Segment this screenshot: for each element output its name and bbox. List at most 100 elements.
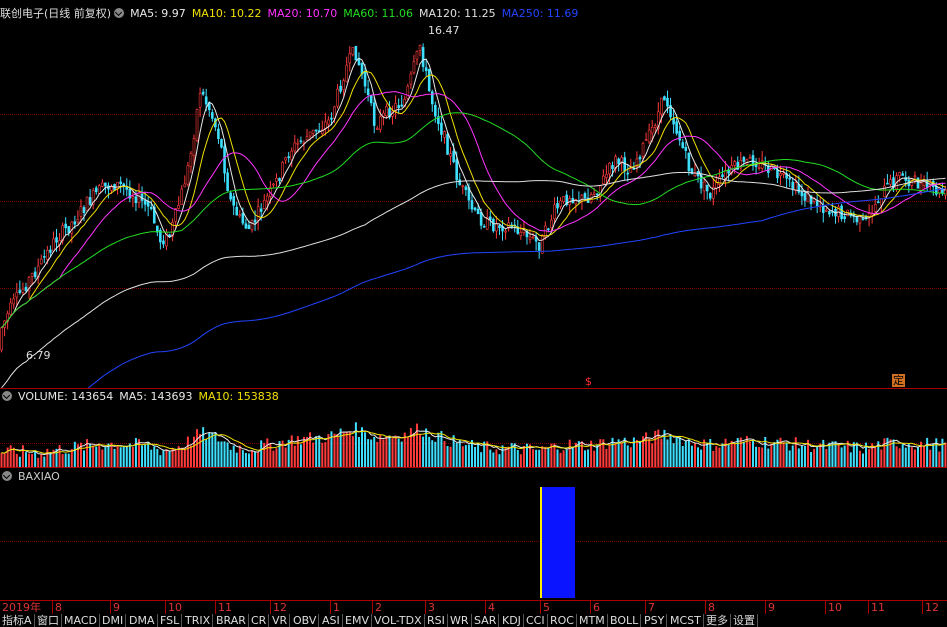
indicator-tab[interactable]: BOLL — [608, 614, 642, 627]
volume-bar — [351, 436, 354, 467]
volume-bar — [923, 445, 926, 467]
indicator-tab[interactable]: WR — [448, 614, 472, 627]
volume-bar — [535, 449, 538, 467]
indicator-tab[interactable]: 更多 — [704, 614, 731, 627]
candle-body — [653, 125, 657, 128]
candle-body — [641, 142, 645, 157]
time-axis: 2019年 8 9 10 11 12 1 2 3 4 5 6 7 8 9 10 11 12 — [0, 600, 947, 614]
candle-body — [327, 119, 330, 125]
candle-body — [684, 146, 688, 151]
indicator-tab[interactable]: 设置 — [731, 614, 758, 627]
volume-bar — [226, 442, 229, 467]
candle-body — [901, 173, 905, 176]
candle-body — [592, 192, 596, 195]
indicator-tab[interactable]: PSY — [642, 614, 668, 627]
volume-bar — [18, 456, 21, 467]
indicator-tab[interactable]: FSL — [158, 614, 183, 627]
dropdown-chevron-icon[interactable] — [2, 471, 12, 481]
volume-bar — [861, 453, 864, 467]
candle-body — [611, 165, 614, 170]
indicator-tab[interactable]: DMA — [127, 614, 158, 627]
candle-body — [64, 223, 67, 229]
volume-bar — [752, 439, 755, 467]
candle-body — [800, 191, 804, 197]
candlestick-chart[interactable] — [0, 20, 947, 388]
volume-bar — [186, 436, 189, 467]
volume-bar — [107, 443, 110, 467]
time-axis-label: 9 — [110, 601, 120, 614]
candle-body — [366, 88, 370, 95]
candle-body — [42, 256, 46, 258]
dropdown-chevron-icon[interactable] — [2, 391, 12, 401]
candle-body — [638, 156, 642, 160]
indicator-tab[interactable]: ASI — [320, 614, 343, 627]
volume-bar — [874, 446, 877, 467]
candle-body — [272, 183, 275, 186]
indicator-tab[interactable]: TRIX — [183, 614, 214, 627]
dropdown-chevron-icon[interactable] — [114, 8, 125, 18]
indicator-tab[interactable]: CCI — [524, 614, 548, 627]
candle-body — [776, 169, 779, 179]
indicator-tab[interactable]: SAR — [472, 614, 500, 627]
candle-body — [223, 146, 226, 174]
volume-bar — [828, 442, 831, 467]
indicator-tab[interactable]: CR — [249, 614, 270, 627]
volume-bar — [556, 449, 559, 467]
indicator-tab[interactable]: VOL-TDX — [372, 614, 425, 627]
candle-body — [550, 219, 553, 229]
indicator-tab[interactable]: ROC — [548, 614, 577, 627]
candle-body — [449, 153, 452, 157]
candle-body — [211, 112, 214, 119]
candle-body — [806, 193, 810, 203]
candle-body — [116, 181, 119, 189]
candle-body — [889, 179, 892, 185]
volume-bar — [189, 445, 192, 467]
indicator-tab[interactable]: RSI — [425, 614, 448, 627]
volume-bar — [199, 434, 202, 467]
volume-bar — [415, 423, 418, 467]
indicator-tab[interactable]: MACD — [62, 614, 100, 627]
candle-body — [70, 221, 74, 234]
volume-bar — [336, 433, 339, 467]
volume-bar — [229, 449, 232, 467]
volume-bar — [342, 432, 345, 467]
volume-bar — [626, 445, 629, 467]
candle-body — [85, 196, 89, 211]
volume-bar — [614, 443, 617, 467]
candle-body — [742, 157, 746, 162]
indicator-tab[interactable]: BRAR — [214, 614, 249, 627]
indicator-tab[interactable]: 指标A — [0, 614, 35, 627]
candle-body — [556, 203, 559, 209]
volume-bar — [101, 449, 104, 467]
indicator-name: BAXIAO — [18, 470, 60, 483]
volume-bar — [941, 438, 944, 467]
indicator-tab[interactable]: 窗口 — [35, 614, 62, 627]
candle-body — [76, 218, 80, 223]
candle-body — [434, 104, 437, 117]
volume-bar — [321, 442, 324, 467]
volume-bar — [724, 438, 727, 467]
volume-bar — [406, 437, 409, 467]
candle-body — [18, 289, 22, 294]
indicator-tab[interactable]: MCST — [668, 614, 704, 627]
indicator-tab[interactable]: KDJ — [500, 614, 524, 627]
volume-bar — [315, 436, 318, 467]
volume-bar — [593, 450, 596, 467]
volume-bar — [562, 450, 565, 467]
indicator-tab[interactable]: EMV — [343, 614, 372, 627]
candle-body — [354, 45, 358, 61]
candle-body — [226, 172, 229, 191]
volume-chart[interactable] — [0, 405, 947, 467]
volume-bar — [721, 443, 724, 467]
candle-body — [49, 249, 52, 253]
indicator-tab[interactable]: VR — [270, 614, 291, 627]
candle-body — [342, 80, 345, 91]
indicator-tab[interactable]: DMI — [100, 614, 127, 627]
candle-body — [183, 183, 187, 188]
volume-bar — [165, 449, 168, 467]
candle-body — [339, 85, 342, 92]
indicator-tab[interactable]: MTM — [577, 614, 608, 627]
indicator-tab[interactable]: OBV — [291, 614, 320, 627]
volume-bar — [544, 446, 547, 467]
candle-body — [235, 206, 239, 216]
